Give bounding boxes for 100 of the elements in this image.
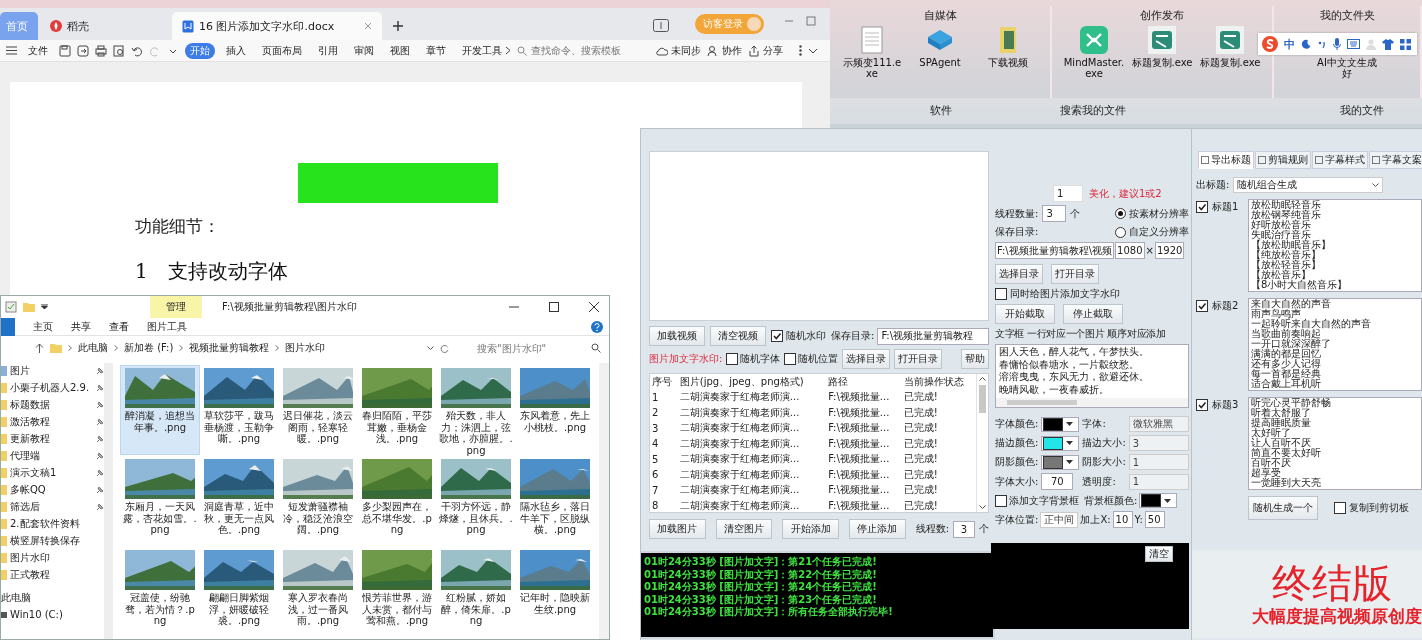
sidebar-item[interactable]: 图片 [10,363,93,378]
ribbon-tab[interactable]: 共享 [71,319,91,334]
sidebar-item[interactable]: 演示文稿1 [10,465,93,480]
tab[interactable]: 字幕样式 [1312,151,1368,169]
tab[interactable]: 导出标题 [1198,151,1254,169]
image-button[interactable]: 加载图片 [649,519,706,539]
file-item[interactable]: 草软莎平，跋马垂杨渡，玉勒争嘶。.png [200,366,278,454]
file-item[interactable]: 醉消凝，追想当年事。.png [121,366,199,454]
image-button[interactable]: 开始添加 [782,519,839,539]
file-item[interactable]: 隔水毡乡，落日牛羊下，区脱纵横。.png [516,457,594,545]
collapse-icon[interactable] [808,47,818,54]
color-picker[interactable] [1139,493,1178,508]
toolbar-button[interactable]: 未同步 [656,43,701,58]
save-path-field[interactable]: F:\视频批量剪辑教程\视频 [995,242,1115,259]
sidebar-item[interactable]: 小栗子机器人2.9. [10,380,93,395]
ribbon-tab[interactable]: 图片工具 [147,319,187,334]
search-icon[interactable] [591,343,601,353]
breadcrumb[interactable]: 此电脑 [78,341,108,355]
keyboard-icon[interactable] [1347,39,1360,49]
scroll-down-icon[interactable] [979,505,986,509]
dropdown[interactable]: 微软雅黑 [1128,416,1189,432]
help-icon[interactable] [591,320,603,333]
undo-icon[interactable] [131,44,143,57]
file-item[interactable]: 干羽方怀远，静烽燧，且休兵。.png [437,457,515,545]
cut-button[interactable]: 停止截取 [1063,304,1123,324]
ribbon-tab[interactable]: 主页 [33,319,53,334]
file-item[interactable]: 东厢月，一天风露，杏花如雪。.png [121,457,199,545]
y-offset-field[interactable]: 50 [1144,511,1165,528]
file-item[interactable]: 冠盖使，纷驰骛，若为情？.png [121,548,199,636]
dropdown-icon[interactable] [41,304,48,310]
chevron-right-icon[interactable] [505,46,511,55]
checkbox[interactable] [1196,201,1208,213]
sidebar-item[interactable]: 激活教程 [10,414,93,429]
print-icon[interactable] [95,44,107,57]
chevron-down-icon[interactable] [427,346,434,350]
dir-button[interactable]: 选择目录 [995,264,1043,284]
mode-dropdown[interactable]: 随机组合生成 [1233,177,1384,193]
save-icon[interactable] [59,44,71,57]
sidebar-item[interactable]: 代理端 [10,448,93,463]
toolbar-button[interactable]: 协作 [707,43,742,58]
height-field[interactable]: 1920 [1154,242,1185,259]
file-tab[interactable] [1,317,15,336]
ribbon-tab[interactable]: 查看 [109,319,129,334]
breadcrumb[interactable]: 视频批量剪辑教程 [189,341,270,355]
sidebar-item[interactable]: 2.配套软件资料 [10,516,104,531]
menu-tab[interactable]: 页面布局 [257,42,307,59]
app-icon[interactable] [1146,25,1178,55]
file-item[interactable]: 翩翩日脚紫烟浮，妍暖破轻裘。.png [200,548,278,636]
preview-icon[interactable] [113,44,125,57]
sidebar-item[interactable]: 筛选后 [10,499,93,514]
file-item[interactable]: 恨芳菲世界，游人未赏，都付与莺和燕。.png [358,548,436,636]
file-item[interactable]: 春归陌陌，平莎茸嫩，垂杨金浅。.png [358,366,436,454]
microphone-icon[interactable] [1333,38,1341,50]
menu-tab[interactable]: 插入 [221,42,251,59]
toolbar-button[interactable]: 分享 [748,43,783,58]
sidebar-item[interactable]: 多帐QQ [10,482,93,497]
tab[interactable]: 剪辑规则 [1255,151,1311,169]
thread-count-field[interactable]: 3 [1042,205,1067,222]
image-button[interactable]: 停止添加 [848,519,906,539]
sidebar-item[interactable]: 更新教程 [10,431,93,446]
file-item[interactable]: 多少梨园声在，总不堪华发。.png [358,457,436,545]
search-field[interactable]: 查找命令、搜索模板 [517,44,641,57]
checkbox[interactable] [726,353,739,365]
checkbox[interactable] [784,353,797,365]
scrollbar-thumb[interactable] [979,385,986,413]
cut-button[interactable]: 开始截取 [995,304,1055,324]
menu-tab[interactable]: 开始 [185,42,215,59]
export-icon[interactable] [77,44,89,57]
breadcrumb[interactable]: 图片水印 [285,341,326,355]
plus-icon[interactable] [392,20,404,32]
close-icon[interactable] [589,302,599,312]
color-picker[interactable] [1041,454,1080,470]
sidebar-item[interactable]: 正式教程 [10,567,104,582]
save-path-field[interactable]: F:\视频批量剪辑教程 [877,327,989,345]
color-picker[interactable] [1041,435,1080,451]
menu-icon[interactable] [6,46,17,55]
sidebar-item[interactable]: 图片水印 [10,550,104,565]
file-item[interactable]: 殆天数，非人力；洙泗上，弦歌地，亦膻腥。.png [437,366,515,454]
dir-button[interactable]: 选择目录 [842,349,891,369]
color-picker[interactable] [1041,416,1080,432]
refresh-icon[interactable] [440,343,449,353]
dir-button[interactable]: 打开目录 [1051,264,1099,284]
clear-log-button[interactable]: 清空 [1145,546,1173,562]
menu-tab[interactable]: 开发工具 [457,42,507,59]
file-item[interactable]: 短发萧骚襟袖冷，稳泛沧浪空阔。.png [279,457,357,545]
dropdown[interactable]: 1 [1128,473,1189,490]
menu-tab[interactable]: 引用 [313,42,343,59]
file-item[interactable]: 记年时，隐映新生纹.png [516,548,594,636]
checkbox[interactable] [995,494,1007,507]
menu-tab[interactable]: 文件 [23,42,53,59]
file-item[interactable]: 洞庭青草，近中秋，更无一点风色。.png [200,457,278,545]
random-generate-button[interactable]: 随机生成一个 [1248,496,1318,520]
tab[interactable]: 字幕文案 [1369,151,1422,169]
breadcrumb[interactable]: 新加卷 (F:) [124,341,174,355]
shirt-icon[interactable] [1382,38,1394,50]
menu-tab[interactable]: 视图 [385,42,415,59]
width-field[interactable]: 1080 [1115,242,1145,259]
ime-mode[interactable]: 中 [1284,36,1295,52]
page-count-icon[interactable] [653,19,669,32]
scroll-up-icon[interactable] [979,377,986,381]
